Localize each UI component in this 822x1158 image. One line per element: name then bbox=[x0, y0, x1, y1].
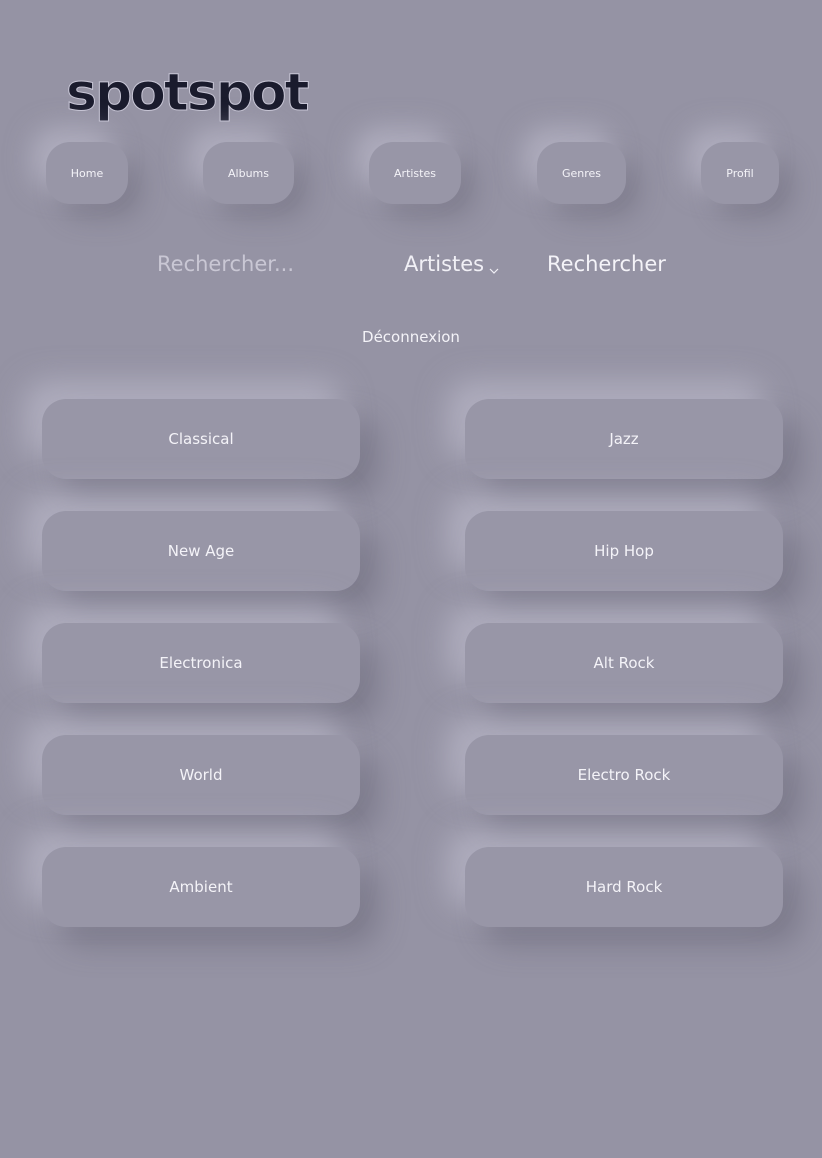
logout-label: Déconnexion bbox=[362, 328, 460, 346]
genre-label: World bbox=[179, 766, 223, 784]
genre-card[interactable]: Electro Rock bbox=[465, 735, 783, 815]
genre-card[interactable]: Classical bbox=[42, 399, 360, 479]
genre-label: Jazz bbox=[609, 430, 639, 448]
genre-card[interactable]: New Age bbox=[42, 511, 360, 591]
genre-label: Electro Rock bbox=[577, 766, 671, 784]
logo-wordmark: spotspot bbox=[66, 63, 309, 123]
nav-profile-label: Profil bbox=[726, 166, 754, 180]
genre-label: Electronica bbox=[159, 654, 243, 672]
search-input[interactable] bbox=[157, 245, 347, 283]
chevron-down-icon bbox=[488, 258, 500, 274]
genre-grid: Classical Jazz New Age Hip Hop Electroni… bbox=[42, 399, 783, 927]
genre-card[interactable]: World bbox=[42, 735, 360, 815]
brand-logo[interactable]: spotspot bbox=[64, 62, 314, 128]
genre-card[interactable]: Hard Rock bbox=[465, 847, 783, 927]
genre-card[interactable]: Hip Hop bbox=[465, 511, 783, 591]
genre-label: Hard Rock bbox=[585, 878, 663, 896]
genre-card[interactable]: Ambient bbox=[42, 847, 360, 927]
genre-card[interactable]: Electronica bbox=[42, 623, 360, 703]
nav-artists-label: Artistes bbox=[394, 166, 436, 180]
genre-label: Alt Rock bbox=[593, 654, 655, 672]
genre-card[interactable]: Jazz bbox=[465, 399, 783, 479]
nav-genres-label: Genres bbox=[561, 166, 602, 180]
nav-genres-button[interactable]: Genres bbox=[537, 142, 626, 204]
nav-profile-button[interactable]: Profil bbox=[701, 142, 779, 204]
nav-albums-button[interactable]: Albums bbox=[203, 142, 294, 204]
genre-label: New Age bbox=[167, 542, 235, 560]
search-submit-button[interactable]: Rechercher bbox=[547, 248, 666, 280]
search-filter-value: Artistes bbox=[404, 252, 485, 276]
genre-label: Hip Hop bbox=[594, 542, 654, 560]
genre-card[interactable]: Alt Rock bbox=[465, 623, 783, 703]
search-filter-select[interactable]: Artistes bbox=[404, 248, 500, 280]
nav-artists-button[interactable]: Artistes bbox=[369, 142, 461, 204]
nav-home-button[interactable]: Home bbox=[46, 142, 128, 204]
nav-albums-label: Albums bbox=[228, 166, 269, 180]
genre-label: Classical bbox=[168, 430, 234, 448]
nav-home-label: Home bbox=[70, 166, 104, 180]
genre-label: Ambient bbox=[169, 878, 233, 896]
logout-link[interactable]: Déconnexion bbox=[0, 328, 822, 346]
search-submit-label: Rechercher bbox=[547, 252, 666, 276]
